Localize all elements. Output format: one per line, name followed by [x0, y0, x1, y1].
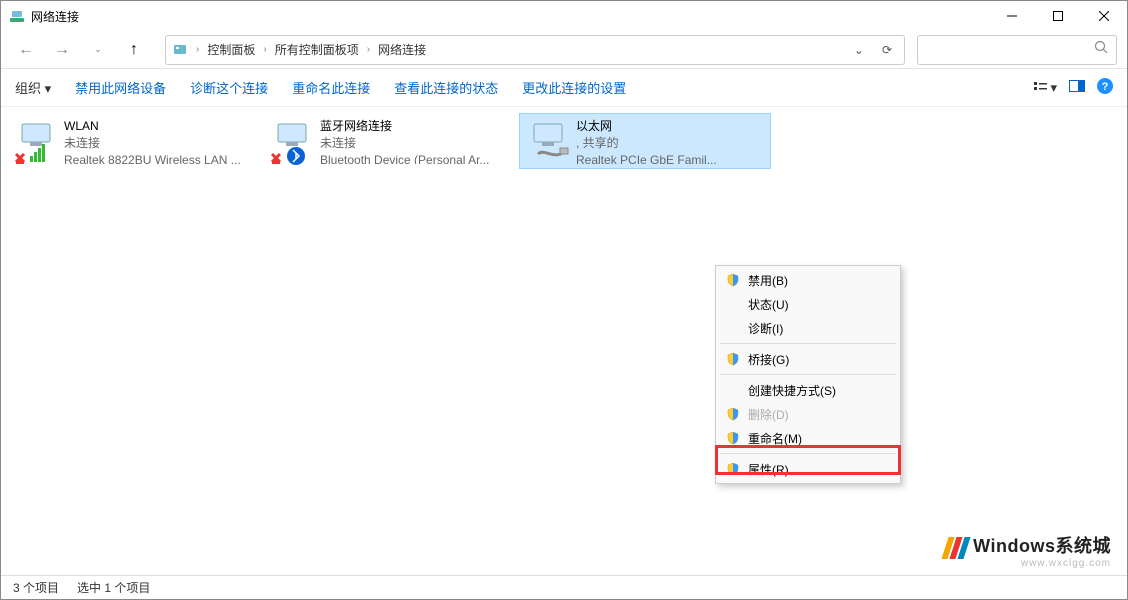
- breadcrumb-item[interactable]: 网络连接: [378, 41, 426, 58]
- chevron-right-icon: ›: [196, 44, 199, 55]
- wlan-icon: [12, 118, 60, 164]
- window-controls: [989, 1, 1127, 31]
- organize-menu[interactable]: 组织 ▾: [15, 78, 51, 97]
- menu-separator: [720, 453, 896, 454]
- status-bar: 3 个项目 选中 1 个项目: [1, 575, 1127, 599]
- menu-item-label: 桥接(G): [748, 351, 890, 368]
- menu-item[interactable]: 重命名(M): [718, 426, 898, 450]
- chevron-right-icon: ›: [263, 44, 266, 55]
- minimize-button[interactable]: [989, 1, 1035, 31]
- breadcrumb-item[interactable]: 所有控制面板项: [275, 41, 359, 58]
- adapter-device: Realtek PCIe GbE Famil...: [576, 152, 766, 164]
- adapter-device: Bluetooth Device (Personal Ar...: [320, 152, 510, 164]
- bluetooth-icon: [268, 118, 316, 164]
- adapter-status: 未连接: [320, 135, 510, 152]
- chevron-right-icon: ›: [367, 44, 370, 55]
- toolbar-action[interactable]: 更改此连接的设置: [522, 78, 626, 97]
- toolbar-action[interactable]: 查看此连接的状态: [394, 78, 498, 97]
- preview-pane-icon[interactable]: [1069, 80, 1085, 95]
- forward-button[interactable]: →: [47, 35, 77, 65]
- toolbar: 组织 ▾ 禁用此网络设备 诊断这个连接 重命名此连接 查看此连接的状态 更改此连…: [1, 69, 1127, 107]
- maximize-button[interactable]: [1035, 1, 1081, 31]
- search-icon: [1094, 40, 1108, 59]
- menu-item[interactable]: 禁用(B): [718, 268, 898, 292]
- adapter-device: Realtek 8822BU Wireless LAN ...: [64, 152, 254, 164]
- close-button[interactable]: [1081, 1, 1127, 31]
- watermark-logo-icon: [945, 537, 969, 564]
- menu-item[interactable]: 创建快捷方式(S): [718, 378, 898, 402]
- svg-text:?: ?: [1102, 81, 1109, 93]
- adapter-bluetooth[interactable]: 蓝牙网络连接 未连接 Bluetooth Device (Personal Ar…: [263, 113, 515, 169]
- menu-item-label: 禁用(B): [748, 272, 890, 289]
- adapter-name: WLAN: [64, 118, 254, 135]
- item-selected: 选中 1 个项目: [77, 579, 150, 596]
- adapter-ethernet[interactable]: 以太网 , 共享的 Realtek PCIe GbE Famil...: [519, 113, 771, 169]
- adapter-status: , 共享的: [576, 135, 766, 152]
- menu-item[interactable]: 属性(R): [718, 457, 898, 481]
- menu-item[interactable]: 诊断(I): [718, 316, 898, 340]
- menu-separator: [720, 343, 896, 344]
- menu-item-label: 状态(U): [748, 296, 890, 313]
- search-box[interactable]: [917, 35, 1117, 65]
- toolbar-action[interactable]: 诊断这个连接: [190, 78, 268, 97]
- watermark-sub: www.wxclgg.com: [973, 558, 1111, 569]
- toolbar-action[interactable]: 重命名此连接: [292, 78, 370, 97]
- breadcrumb-item[interactable]: 控制面板: [207, 41, 255, 58]
- watermark-title: Windows系统城: [973, 532, 1111, 558]
- content-area: WLAN 未连接 Realtek 8822BU Wireless LAN ...…: [1, 107, 1127, 581]
- menu-item-label: 删除(D): [748, 406, 890, 423]
- help-icon[interactable]: ?: [1097, 78, 1113, 97]
- menu-separator: [720, 374, 896, 375]
- ethernet-icon: [524, 118, 572, 164]
- adapter-status: 未连接: [64, 135, 254, 152]
- window-title: 网络连接: [31, 8, 989, 25]
- dropdown-icon[interactable]: ⌄: [854, 43, 864, 57]
- menu-item[interactable]: 桥接(G): [718, 347, 898, 371]
- nav-row: ← → ⌄ ↑ › 控制面板 › 所有控制面板项 › 网络连接 ⌄ ⟳: [1, 31, 1127, 69]
- watermark: Windows系统城 www.wxclgg.com: [945, 532, 1111, 569]
- refresh-icon[interactable]: ⟳: [882, 43, 892, 57]
- menu-item[interactable]: 状态(U): [718, 292, 898, 316]
- adapter-wlan[interactable]: WLAN 未连接 Realtek 8822BU Wireless LAN ...: [7, 113, 259, 169]
- address-bar[interactable]: › 控制面板 › 所有控制面板项 › 网络连接 ⌄ ⟳: [165, 35, 905, 65]
- menu-item-label: 诊断(I): [748, 320, 890, 337]
- menu-item-label: 创建快捷方式(S): [748, 382, 890, 399]
- toolbar-action[interactable]: 禁用此网络设备: [75, 78, 166, 97]
- back-button[interactable]: ←: [11, 35, 41, 65]
- menu-item-label: 属性(R): [748, 461, 890, 478]
- cp-icon: [172, 42, 188, 58]
- context-menu: 禁用(B) 状态(U) 诊断(I) 桥接(G) 创建快捷方式(S) 删除(D) 重命名(M)…: [715, 265, 901, 484]
- recent-button[interactable]: ⌄: [83, 35, 113, 65]
- network-icon: [9, 8, 25, 24]
- adapter-name: 蓝牙网络连接: [320, 118, 510, 135]
- menu-item-label: 重命名(M): [748, 430, 890, 447]
- up-button[interactable]: ↑: [119, 35, 149, 65]
- item-count: 3 个项目: [13, 579, 59, 596]
- view-options-icon[interactable]: ▾: [1034, 80, 1057, 96]
- titlebar: 网络连接: [1, 1, 1127, 31]
- menu-item: 删除(D): [718, 402, 898, 426]
- adapter-name: 以太网: [576, 118, 766, 135]
